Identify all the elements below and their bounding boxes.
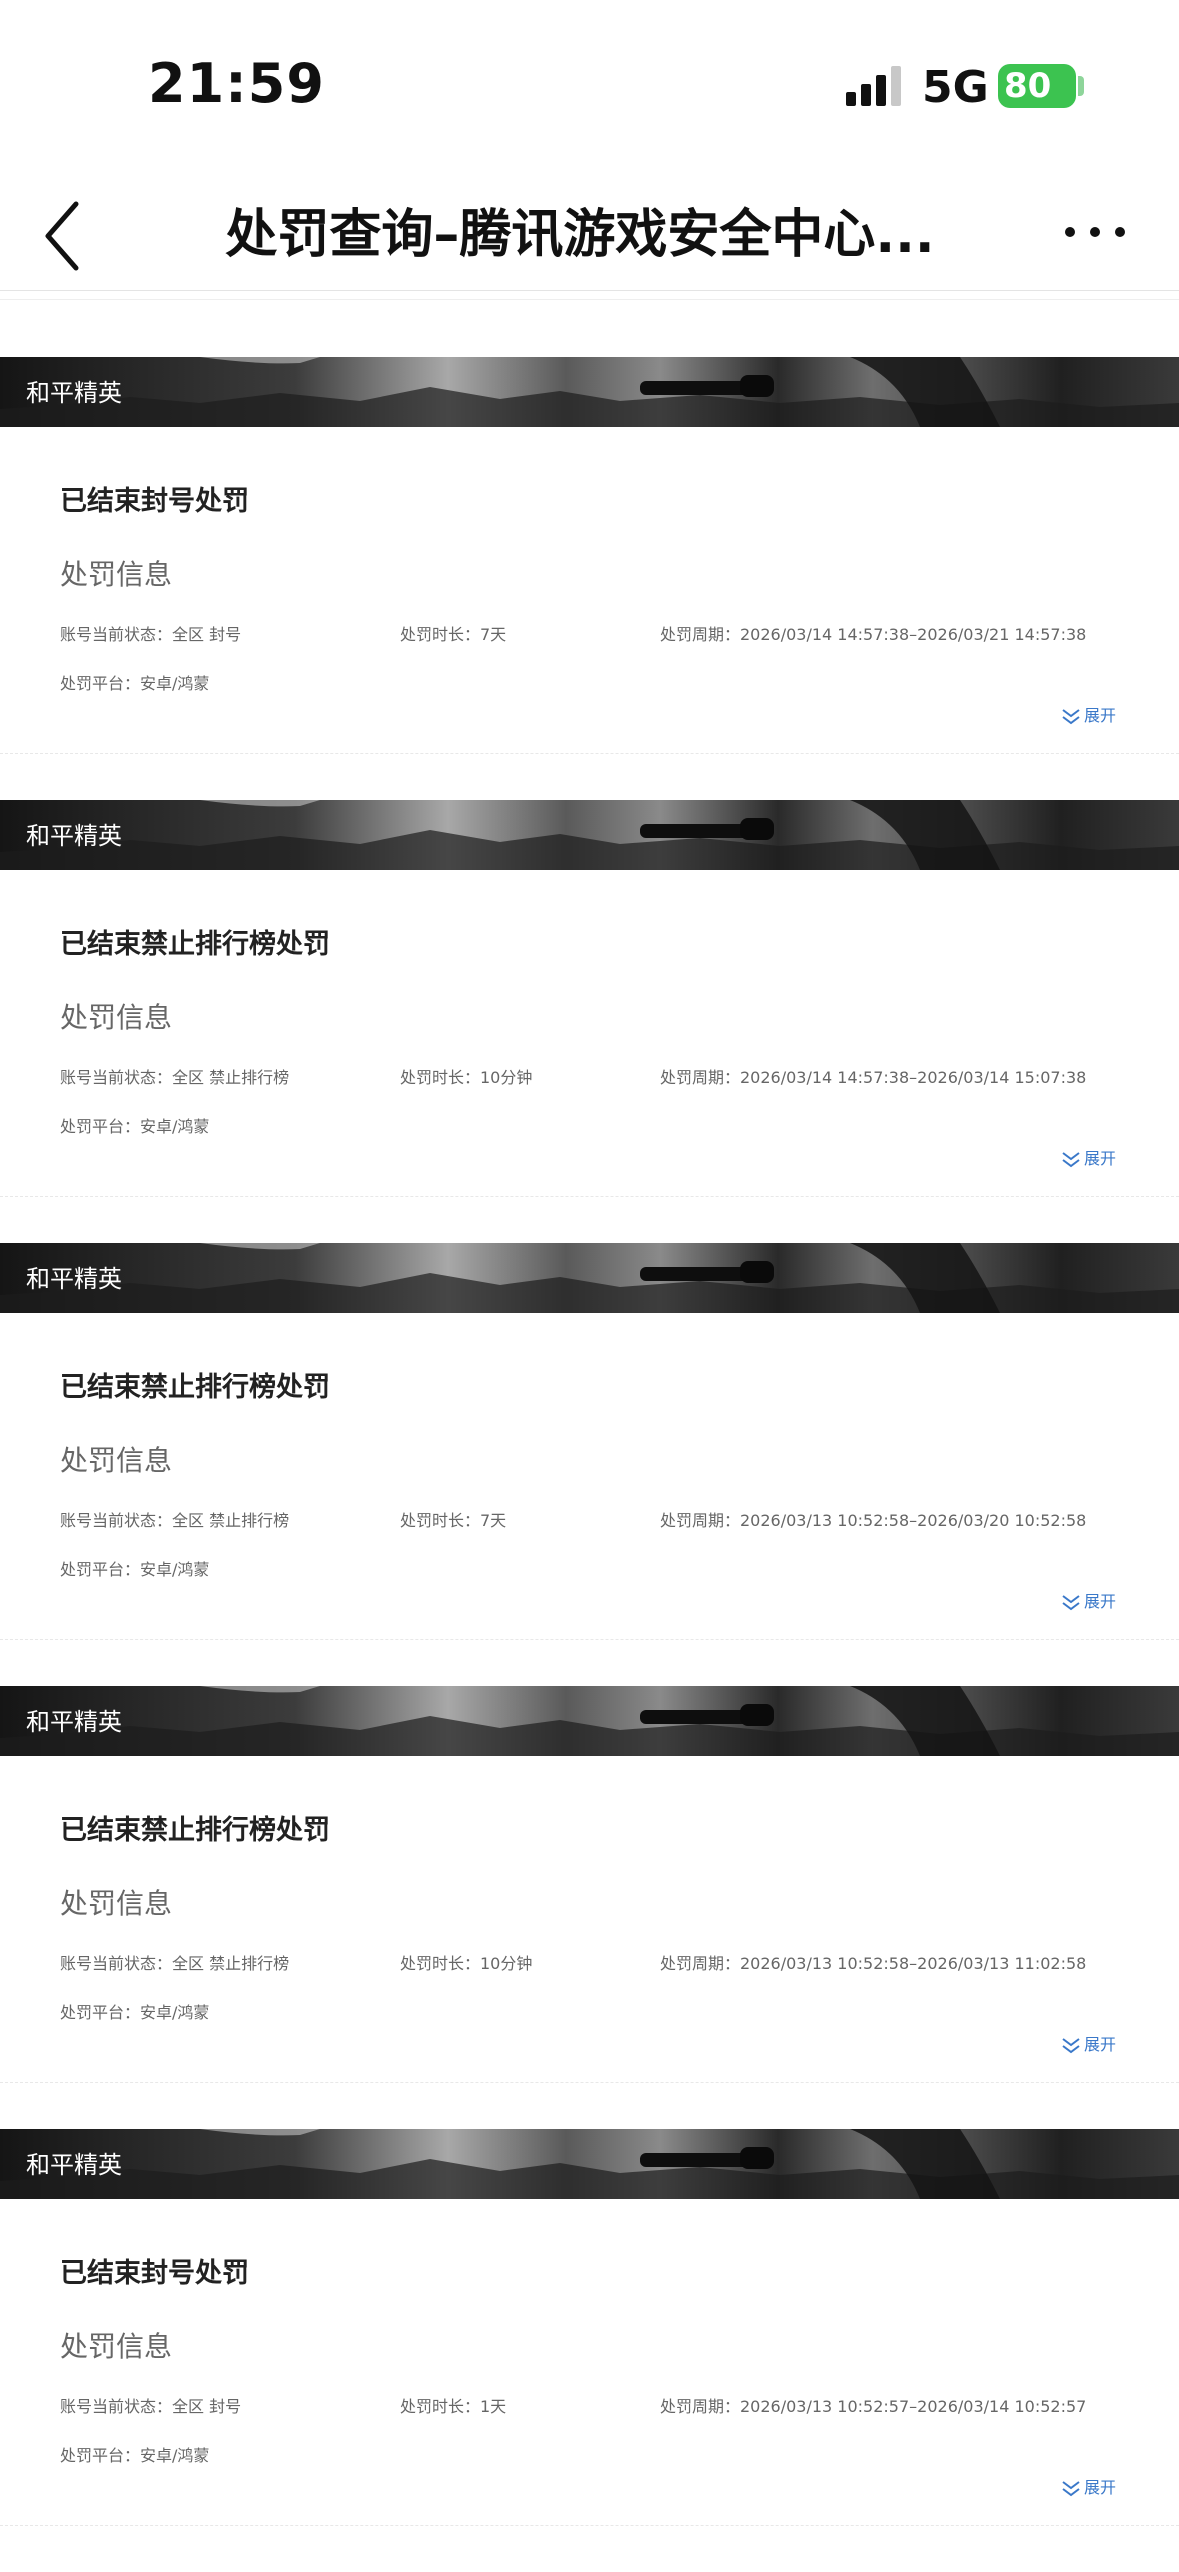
game-name: 和平精英 xyxy=(26,1265,122,1293)
record-divider xyxy=(0,1196,1179,1198)
banner-image xyxy=(0,2129,1179,2199)
punishment-period: 处罚周期：2026/03/14 14:57:38–2026/03/21 14:5… xyxy=(660,625,1087,644)
more-horizontal-icon[interactable] xyxy=(1060,220,1130,244)
punishment-platform: 处罚平台：安卓/鸿蒙 xyxy=(60,2003,210,2022)
punishment-duration: 处罚时长：7天 xyxy=(400,625,507,644)
banner-image xyxy=(0,800,1179,870)
game-name: 和平精英 xyxy=(26,1708,122,1736)
account-status: 账号当前状态：全区 封号 xyxy=(60,625,242,644)
header-divider xyxy=(0,290,1179,300)
section-heading: 处罚信息 xyxy=(60,1001,173,1034)
banner-image xyxy=(0,1243,1179,1313)
punishment-period: 处罚周期：2026/03/13 10:52:57–2026/03/14 10:5… xyxy=(660,2397,1087,2416)
record-divider xyxy=(0,1639,1179,1641)
expand-button[interactable]: 展开 xyxy=(1060,2474,1116,2498)
expand-label: 展开 xyxy=(1084,1149,1117,1168)
record-divider xyxy=(0,2525,1179,2527)
punishment-record-list: 和平精英 已结束封号处罚 处罚信息 账号当前状态：全区 封号 处罚时长：7天 处… xyxy=(0,357,1179,2572)
record-title: 已结束封号处罚 xyxy=(60,486,249,517)
game-banner: 和平精英 xyxy=(0,1686,1179,1756)
punishment-period: 处罚周期：2026/03/13 10:52:58–2026/03/20 10:5… xyxy=(660,1511,1087,1530)
punishment-duration: 处罚时长：10分钟 xyxy=(400,1954,533,1973)
double-chevron-down-icon xyxy=(1062,1151,1080,1167)
punishment-record-card: 和平精英 已结束封号处罚 处罚信息 账号当前状态：全区 封号 处罚时长：1天 处… xyxy=(0,2129,1179,2572)
account-status: 账号当前状态：全区 禁止排行榜 xyxy=(60,1068,290,1087)
battery-tip xyxy=(1078,76,1084,96)
punishment-record-card: 和平精英 已结束禁止排行榜处罚 处罚信息 账号当前状态：全区 禁止排行榜 处罚时… xyxy=(0,1686,1179,2129)
game-banner: 和平精英 xyxy=(0,357,1179,427)
punishment-duration: 处罚时长：10分钟 xyxy=(400,1068,533,1087)
game-banner: 和平精英 xyxy=(0,800,1179,870)
expand-button[interactable]: 展开 xyxy=(1060,702,1116,726)
double-chevron-down-icon xyxy=(1062,2480,1080,2496)
banner-image xyxy=(0,357,1179,427)
game-name: 和平精英 xyxy=(26,822,122,850)
record-title: 已结束禁止排行榜处罚 xyxy=(60,1372,330,1403)
expand-button[interactable]: 展开 xyxy=(1060,2031,1116,2055)
record-title: 已结束封号处罚 xyxy=(60,2258,249,2289)
double-chevron-down-icon xyxy=(1062,2037,1080,2053)
section-heading: 处罚信息 xyxy=(60,558,173,591)
punishment-platform: 处罚平台：安卓/鸿蒙 xyxy=(60,2446,210,2465)
network-type-label: 5G xyxy=(922,62,989,113)
punishment-platform: 处罚平台：安卓/鸿蒙 xyxy=(60,1560,210,1579)
punishment-record-card: 和平精英 已结束禁止排行榜处罚 处罚信息 账号当前状态：全区 禁止排行榜 处罚时… xyxy=(0,800,1179,1243)
record-title: 已结束禁止排行榜处罚 xyxy=(60,1815,330,1846)
record-divider xyxy=(0,2082,1179,2084)
double-chevron-down-icon xyxy=(1062,708,1080,724)
punishment-record-card: 和平精英 已结束封号处罚 处罚信息 账号当前状态：全区 封号 处罚时长：7天 处… xyxy=(0,357,1179,800)
punishment-duration: 处罚时长：7天 xyxy=(400,1511,507,1530)
punishment-record-card: 和平精英 已结束禁止排行榜处罚 处罚信息 账号当前状态：全区 禁止排行榜 处罚时… xyxy=(0,1243,1179,1686)
double-chevron-down-icon xyxy=(1062,1594,1080,1610)
game-banner: 和平精英 xyxy=(0,2129,1179,2199)
account-status: 账号当前状态：全区 禁止排行榜 xyxy=(60,1954,290,1973)
record-divider xyxy=(0,753,1179,755)
banner-image xyxy=(0,1686,1179,1756)
expand-button[interactable]: 展开 xyxy=(1060,1588,1116,1612)
expand-label: 展开 xyxy=(1084,706,1117,725)
expand-button[interactable]: 展开 xyxy=(1060,1145,1116,1169)
expand-label: 展开 xyxy=(1084,2478,1117,2497)
punishment-period: 处罚周期：2026/03/14 14:57:38–2026/03/14 15:0… xyxy=(660,1068,1087,1087)
chevron-left-icon[interactable] xyxy=(40,196,90,276)
status-time: 21:59 xyxy=(148,52,325,115)
game-banner: 和平精英 xyxy=(0,1243,1179,1313)
game-name: 和平精英 xyxy=(26,379,122,407)
section-heading: 处罚信息 xyxy=(60,1444,173,1477)
game-name: 和平精英 xyxy=(26,2151,122,2179)
expand-label: 展开 xyxy=(1084,2035,1117,2054)
section-heading: 处罚信息 xyxy=(60,2330,173,2363)
punishment-period: 处罚周期：2026/03/13 10:52:58–2026/03/13 11:0… xyxy=(660,1954,1087,1973)
expand-label: 展开 xyxy=(1084,1592,1117,1611)
battery-icon: 80 xyxy=(998,64,1076,108)
nav-header: 处罚查询–腾讯游戏安全中心... xyxy=(0,170,1179,290)
section-heading: 处罚信息 xyxy=(60,1887,173,1920)
account-status: 账号当前状态：全区 封号 xyxy=(60,2397,242,2416)
cellular-signal-icon xyxy=(846,66,901,106)
status-bar: 21:59 5G 80 xyxy=(0,0,1179,170)
record-title: 已结束禁止排行榜处罚 xyxy=(60,929,330,960)
punishment-platform: 处罚平台：安卓/鸿蒙 xyxy=(60,1117,210,1136)
punishment-platform: 处罚平台：安卓/鸿蒙 xyxy=(60,674,210,693)
account-status: 账号当前状态：全区 禁止排行榜 xyxy=(60,1511,290,1530)
battery-level: 80 xyxy=(1004,66,1052,106)
page-title: 处罚查询–腾讯游戏安全中心... xyxy=(225,205,935,265)
punishment-duration: 处罚时长：1天 xyxy=(400,2397,507,2416)
